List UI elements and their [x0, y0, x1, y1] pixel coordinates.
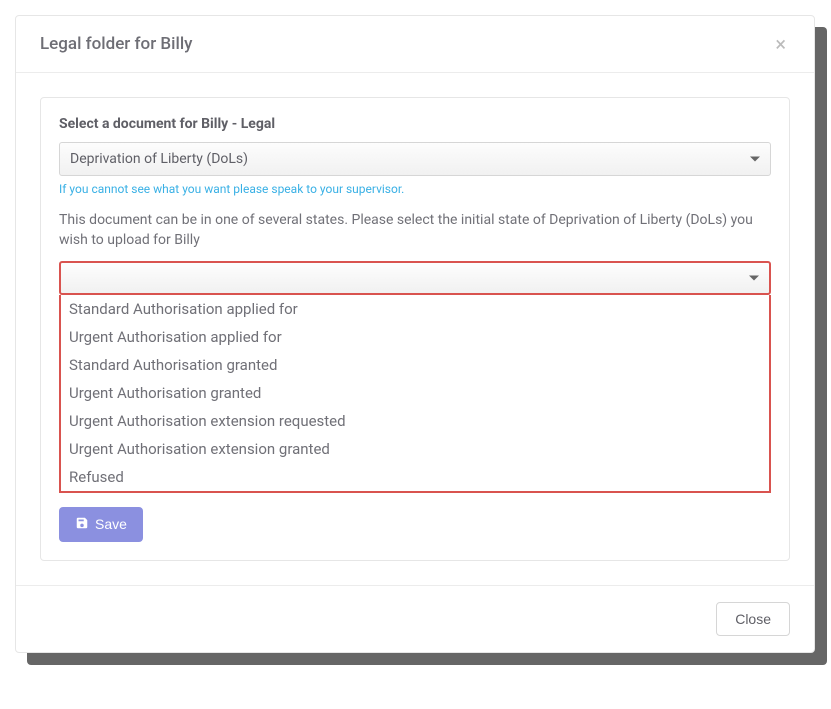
state-dropdown-list[interactable]: Standard Authorisation applied for Urgen… — [61, 295, 769, 491]
state-option[interactable]: Urgent Authorisation extension granted — [61, 435, 769, 463]
section-label: Select a document for Billy - Legal — [59, 116, 771, 132]
close-button[interactable]: Close — [716, 602, 790, 636]
modal-header: Legal folder for Billy × — [16, 16, 814, 73]
state-option[interactable]: Standard Authorisation applied for — [61, 295, 769, 323]
save-button[interactable]: Save — [59, 507, 143, 542]
save-icon — [75, 516, 89, 533]
close-icon[interactable]: × — [771, 34, 790, 54]
document-select[interactable]: Deprivation of Liberty (DoLs) — [59, 142, 771, 176]
modal-footer: Close — [16, 585, 814, 652]
state-select[interactable] — [59, 261, 771, 295]
modal-body: Select a document for Billy - Legal Depr… — [16, 73, 814, 585]
state-info-text: This document can be in one of several s… — [59, 210, 771, 251]
chevron-down-icon — [750, 157, 760, 162]
state-option[interactable]: Standard Authorisation granted — [61, 351, 769, 379]
modal-title: Legal folder for Billy — [40, 34, 193, 54]
state-option[interactable]: Urgent Authorisation extension requested — [61, 407, 769, 435]
document-card: Select a document for Billy - Legal Depr… — [40, 97, 790, 561]
helper-text: If you cannot see what you want please s… — [59, 182, 771, 196]
modal-dialog: Legal folder for Billy × Select a docume… — [15, 15, 815, 653]
state-dropdown: Standard Authorisation applied for Urgen… — [59, 295, 771, 493]
state-option[interactable]: Urgent Authorisation granted — [61, 379, 769, 407]
chevron-down-icon — [749, 275, 759, 280]
save-button-label: Save — [95, 516, 127, 532]
close-button-label: Close — [735, 611, 771, 627]
state-option[interactable]: Refused — [61, 463, 769, 491]
state-option[interactable]: Urgent Authorisation applied for — [61, 323, 769, 351]
document-select-value: Deprivation of Liberty (DoLs) — [70, 151, 248, 167]
